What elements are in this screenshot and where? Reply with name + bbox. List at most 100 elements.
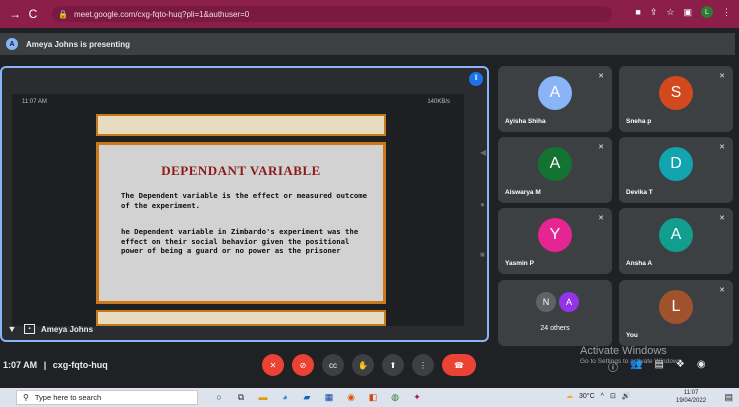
app-icon[interactable]: ✦ <box>410 390 424 404</box>
info-icon[interactable]: ⓘ <box>608 359 618 374</box>
phone-network-status: 140KB/s <box>427 99 450 105</box>
meeting-code: cxg-fqto-huq <box>52 360 108 370</box>
participant-tile[interactable]: ✕ S Sneha p <box>619 66 733 132</box>
tab-icon[interactable]: ▣ <box>683 7 692 18</box>
presenter-avatar: A <box>6 38 18 50</box>
browser-toolbar: → C 🔒 meet.google.com/cxg-fqto-huq?pli=1… <box>0 0 739 28</box>
back-button[interactable]: → <box>6 7 24 21</box>
avatar: N <box>536 292 556 312</box>
activities-icon[interactable]: ❖ <box>676 359 685 374</box>
browser-icons: ■ ⇪ ☆ ▣ L ⋮ <box>635 6 731 18</box>
task-view-icon[interactable]: ⧉ <box>234 390 248 404</box>
main-stage[interactable]: ⦀ 11:07 AM 140KB/s DEPENDANT VARIABLE Th… <box>0 66 489 342</box>
search-placeholder: Type here to search <box>34 393 102 402</box>
side-controls: ⓘ 👥 ▤ ❖ ◉ <box>608 359 706 374</box>
edge-icon[interactable]: ◕ <box>278 390 292 404</box>
reload-button[interactable]: C <box>24 7 42 21</box>
profile-avatar[interactable]: L <box>701 6 713 18</box>
camera-toggle-button[interactable]: ⊘ <box>292 354 314 376</box>
more-options-button[interactable]: ⋮ <box>412 354 434 376</box>
avatar: A <box>659 218 693 252</box>
system-tray: ☁ 30°C ^ ⊡ 🔊 <box>566 392 631 401</box>
weather-temp[interactable]: 30°C <box>579 393 595 400</box>
mic-off-icon: ✕ <box>598 144 604 151</box>
chevron-up-icon[interactable]: ^ <box>601 393 604 400</box>
search-icon: ⚲ <box>23 393 29 402</box>
audio-indicator-icon: ⦀ <box>469 72 483 86</box>
activate-title: Activate Windows <box>580 345 667 357</box>
call-controls: ✕ ⊘ cc ✋ ⬆ ⋮ ☎ <box>262 354 476 376</box>
mic-toggle-button[interactable]: ✕ <box>262 354 284 376</box>
home-nav-icon: ● <box>480 200 485 209</box>
participant-tile[interactable]: ✕ D Devika T <box>619 137 733 203</box>
separator: | <box>43 360 47 370</box>
clock-date: 19/04/2022 <box>676 398 707 404</box>
taskbar-clock[interactable]: 11:07 19/04/2022 <box>676 389 706 405</box>
chat-icon[interactable]: ▤ <box>654 359 663 374</box>
avatar: L <box>659 290 693 324</box>
present-icon[interactable]: ▪ <box>24 324 35 334</box>
share-icon[interactable]: ⇪ <box>650 7 658 18</box>
cortana-icon[interactable]: ○ <box>212 390 226 404</box>
participant-tile[interactable]: ✕ A Aiswarya M <box>498 137 612 203</box>
participant-tile[interactable]: ✕ A Ansha A <box>619 208 733 274</box>
calculator-icon[interactable]: ▦ <box>322 390 336 404</box>
people-icon[interactable]: 👥 <box>630 359 642 374</box>
chrome-icon[interactable]: ◍ <box>388 390 402 404</box>
bookmark-star-icon[interactable]: ☆ <box>666 7 674 18</box>
slide-title: DEPENDANT VARIABLE <box>161 163 321 178</box>
participant-name: Yasmin P <box>505 260 534 267</box>
avatar: A <box>538 147 572 181</box>
meeting-info: 1:07 AM | cxg-fqto-huq <box>3 360 108 370</box>
volume-icon[interactable]: 🔊 <box>622 392 631 400</box>
participant-name: Aiswarya M <box>505 189 541 196</box>
others-count: 24 others <box>540 325 570 332</box>
present-button[interactable]: ⬆ <box>382 354 404 376</box>
participant-tile[interactable]: ✕ A Ayisha Shiha <box>498 66 612 132</box>
host-controls-icon[interactable]: ◉ <box>697 359 706 374</box>
menu-dots-icon[interactable]: ⋮ <box>722 7 731 18</box>
notification-icon[interactable]: ▤ <box>724 392 733 403</box>
presenting-banner: A Ameya Johns is presenting <box>0 33 735 55</box>
store-icon[interactable]: ▰ <box>300 390 314 404</box>
stage-footer: ▼ ▪ Ameya Johns <box>2 318 487 340</box>
raise-hand-button[interactable]: ✋ <box>352 354 374 376</box>
pin-icon[interactable]: ▼ <box>6 323 18 335</box>
participant-name: Ansha A <box>626 260 653 267</box>
back-nav-icon: ◀ <box>480 148 487 157</box>
end-call-button[interactable]: ☎ <box>442 354 476 376</box>
others-avatars: N A <box>536 292 582 312</box>
mic-off-icon: ✕ <box>598 215 604 222</box>
slide-paragraph: The Dependent variable is the effect or … <box>121 191 368 210</box>
participant-name: Sneha p <box>626 118 652 125</box>
url-text: meet.google.com/cxg-fqto-huq?pli=1&authu… <box>73 9 250 19</box>
network-icon[interactable]: ⊡ <box>610 392 616 400</box>
taskbar-search[interactable]: ⚲ Type here to search <box>16 390 198 405</box>
recent-nav-icon: ■ <box>480 250 485 259</box>
you-tile[interactable]: ✕ L You <box>619 280 733 346</box>
taskbar-apps: ○ ⧉ ▬ ◕ ▰ ▦ ◉ ◧ ◍ ✦ <box>212 390 424 404</box>
avatar: Y <box>538 218 572 252</box>
phone-time: 11:07 AM <box>22 99 47 105</box>
captions-button[interactable]: cc <box>322 354 344 376</box>
camera-icon[interactable]: ■ <box>635 7 640 17</box>
weather-icon[interactable]: ☁ <box>566 392 573 400</box>
firefox-icon[interactable]: ◉ <box>344 390 358 404</box>
address-bar[interactable]: 🔒 meet.google.com/cxg-fqto-huq?pli=1&aut… <box>52 6 612 22</box>
file-explorer-icon[interactable]: ▬ <box>256 390 270 404</box>
participant-name: Devika T <box>626 189 653 196</box>
lock-icon: 🔒 <box>58 9 68 19</box>
slide-paragraph: he Dependent variable in Zimbardo's expe… <box>121 227 359 255</box>
mic-off-icon: ✕ <box>598 73 604 80</box>
participant-name: Ayisha Shiha <box>505 118 546 125</box>
mic-off-icon: ✕ <box>719 144 725 151</box>
others-tile[interactable]: N A 24 others <box>498 280 612 346</box>
clock-time: 11:07 <box>683 390 699 396</box>
avatar: A <box>538 76 572 110</box>
participant-tile[interactable]: ✕ Y Yasmin P <box>498 208 612 274</box>
office-icon[interactable]: ◧ <box>366 390 380 404</box>
slide-preview-top <box>96 114 386 136</box>
participant-name: You <box>626 332 638 339</box>
avatar: S <box>659 76 693 110</box>
avatar: D <box>659 147 693 181</box>
